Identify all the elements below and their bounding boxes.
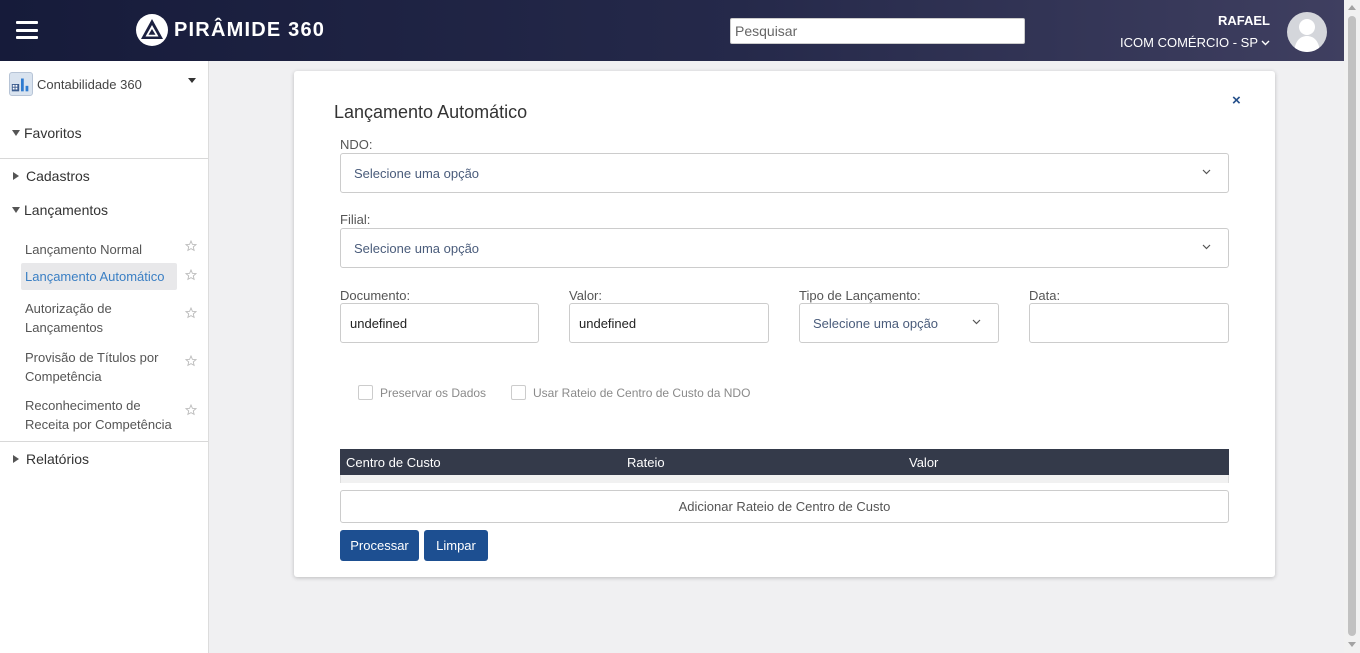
chevron-down-icon <box>972 319 981 325</box>
divider <box>0 441 208 442</box>
divider <box>0 158 208 159</box>
chevron-down-icon <box>1202 244 1211 250</box>
checkbox-box[interactable] <box>511 385 526 400</box>
tipo-lancamento-select[interactable]: Selecione uma opção <box>799 303 999 343</box>
rateio-table-header: Centro de Custo Rateio Valor <box>340 449 1229 475</box>
processar-button[interactable]: Processar <box>340 530 419 561</box>
chevron-down-icon <box>1202 169 1211 175</box>
checkbox-box[interactable] <box>358 385 373 400</box>
column-header-rateio: Rateio <box>627 455 665 470</box>
scroll-down-icon[interactable] <box>1348 642 1356 647</box>
section-favoritos[interactable]: Favoritos <box>12 125 82 141</box>
caret-down-icon <box>12 130 20 136</box>
search-input[interactable] <box>730 18 1025 44</box>
nav-item-provisao[interactable]: Provisão de Títulos por Competência <box>21 344 177 390</box>
brand-logo[interactable]: PIRÂMIDE 360 <box>135 13 325 47</box>
documento-label: Documento: <box>340 288 411 303</box>
section-label: Relatórios <box>26 451 90 467</box>
user-name: RAFAEL <box>1218 13 1270 28</box>
page-title: Lançamento Automático <box>334 102 528 122</box>
nav-item-lancamento-automatico[interactable]: Lançamento Automático <box>21 263 177 290</box>
limpar-button[interactable]: Limpar <box>424 530 488 561</box>
caret-right-icon <box>13 455 19 463</box>
pyramid-logo-icon <box>136 14 168 46</box>
caret-down-icon <box>12 207 20 213</box>
column-header-centro-custo: Centro de Custo <box>346 455 441 470</box>
valor-input[interactable] <box>569 303 769 343</box>
star-icon[interactable] <box>185 240 197 252</box>
section-label: Cadastros <box>26 168 90 184</box>
tipo-lancamento-label: Tipo de Lançamento: <box>799 288 921 303</box>
filial-label: Filial: <box>340 212 371 227</box>
module-label: Contabilidade 360 <box>37 76 142 92</box>
ndo-select[interactable]: Selecione uma opção <box>340 153 1229 193</box>
lancamento-automatico-card: Lançamento Automático × NDO: Selecione u… <box>294 71 1275 577</box>
avatar[interactable] <box>1287 12 1327 52</box>
ndo-placeholder: Selecione uma opção <box>354 166 480 181</box>
preservar-dados-checkbox[interactable]: Preservar os Dados <box>358 385 486 400</box>
documento-input[interactable] <box>340 303 539 343</box>
close-icon[interactable]: × <box>1232 93 1241 108</box>
top-header: PIRÂMIDE 360 RAFAEL ICOM COMÉRCIO - SP <box>0 0 1344 61</box>
caret-right-icon <box>13 172 19 180</box>
section-relatorios[interactable]: Relatórios <box>12 451 89 467</box>
filial-placeholder: Selecione uma opção <box>354 241 480 256</box>
data-label: Data: <box>1029 288 1061 303</box>
company-selector[interactable]: ICOM COMÉRCIO - SP <box>1120 35 1270 50</box>
usar-rateio-label: Usar Rateio de Centro de Custo da NDO <box>533 385 751 400</box>
sidebar: Contabilidade 360 Favoritos Cadastros La… <box>0 61 209 653</box>
star-icon[interactable] <box>185 355 197 367</box>
star-icon[interactable] <box>185 307 197 319</box>
caret-down-icon[interactable] <box>188 78 196 83</box>
ndo-label: NDO: <box>340 137 373 152</box>
filial-select[interactable]: Selecione uma opção <box>340 228 1229 268</box>
module-selector[interactable]: Contabilidade 360 <box>9 72 142 96</box>
star-icon[interactable] <box>185 269 197 281</box>
tipo-placeholder: Selecione uma opção <box>813 316 939 331</box>
nav-item-lancamento-normal[interactable]: Lançamento Normal <box>21 236 177 263</box>
valor-label: Valor: <box>569 288 602 303</box>
accounting-module-icon <box>9 72 33 96</box>
rateio-table-body <box>340 475 1229 483</box>
user-silhouette-icon <box>1294 19 1320 52</box>
section-cadastros[interactable]: Cadastros <box>12 168 90 184</box>
page-scrollbar[interactable] <box>1344 0 1360 653</box>
section-label: Favoritos <box>24 125 82 141</box>
section-lancamentos[interactable]: Lançamentos <box>12 202 108 218</box>
company-name: ICOM COMÉRCIO - SP <box>1120 35 1258 50</box>
nav-item-autorizacao[interactable]: Autorização de Lançamentos <box>21 295 177 341</box>
data-input[interactable] <box>1029 303 1229 343</box>
chevron-down-icon <box>1261 40 1270 45</box>
scroll-up-icon[interactable] <box>1348 5 1356 10</box>
menu-icon[interactable] <box>16 21 38 39</box>
preservar-dados-label: Preservar os Dados <box>380 385 487 400</box>
usar-rateio-checkbox[interactable]: Usar Rateio de Centro de Custo da NDO <box>511 385 750 400</box>
brand-name: PIRÂMIDE 360 <box>174 18 326 41</box>
add-rateio-button[interactable]: Adicionar Rateio de Centro de Custo <box>340 490 1229 523</box>
scroll-thumb[interactable] <box>1348 16 1356 636</box>
section-label: Lançamentos <box>24 202 109 218</box>
column-header-valor: Valor <box>909 455 939 470</box>
star-icon[interactable] <box>185 404 197 416</box>
nav-item-reconhecimento[interactable]: Reconhecimento de Receita por Competênci… <box>21 392 177 438</box>
